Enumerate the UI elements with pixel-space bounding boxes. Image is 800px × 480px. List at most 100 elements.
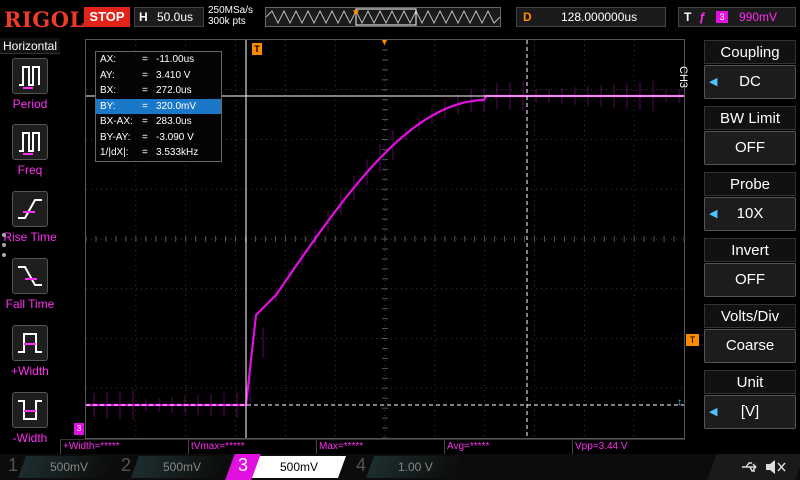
channel2-tab[interactable]: 2 500mV bbox=[113, 454, 230, 480]
coupling-value-text: DC bbox=[739, 73, 761, 90]
bw-limit-title: BW Limit bbox=[704, 106, 796, 130]
measure-menu: Horizontal Period Freq Rise Time Fall Ti… bbox=[0, 38, 60, 454]
acquisition-info: 250MSa/s 300k pts bbox=[208, 5, 253, 27]
fall-time-button[interactable]: Fall Time bbox=[0, 258, 60, 320]
cursor-eq: = bbox=[142, 54, 148, 65]
coupling-menu-item[interactable]: Coupling ◀ DC bbox=[704, 40, 796, 102]
trigger-box[interactable]: T ƒ 3 990mV bbox=[678, 7, 796, 27]
left-arrow-icon: ◀ bbox=[709, 406, 718, 418]
frequency-button[interactable]: Freq bbox=[0, 124, 60, 186]
measurement-item[interactable]: Vpp=3.44 V bbox=[572, 440, 685, 454]
channel3-scale: 500mV bbox=[280, 460, 319, 474]
unit-value[interactable]: ◀ [V] bbox=[704, 395, 796, 429]
brand-logo: RIGOL bbox=[4, 7, 85, 32]
invert-menu-item[interactable]: Invert OFF bbox=[704, 238, 796, 300]
bw-limit-value[interactable]: OFF bbox=[704, 131, 796, 165]
channel4-number: 4 bbox=[356, 455, 367, 475]
measure-category-title[interactable]: Horizontal bbox=[0, 38, 60, 54]
measurement-item[interactable]: tVmax=***** bbox=[188, 440, 316, 454]
trigger-time-marker[interactable]: T bbox=[252, 43, 262, 55]
trigger-position-marker: ▼ bbox=[351, 8, 361, 19]
unit-value-text: [V] bbox=[740, 403, 760, 420]
channel4-scale: 1.00 V bbox=[398, 460, 433, 474]
trigger-source: 3 bbox=[716, 11, 728, 23]
cursor-label: BX-AX: bbox=[100, 116, 133, 127]
bw-limit-value-text: OFF bbox=[735, 139, 765, 156]
run-stop-indicator[interactable]: STOP bbox=[84, 7, 130, 27]
coupling-value[interactable]: ◀ DC bbox=[704, 65, 796, 99]
timebase-value: 50.0us bbox=[157, 10, 194, 24]
period-button[interactable]: Period bbox=[0, 58, 60, 120]
negative-width-button[interactable]: -Width bbox=[0, 392, 60, 454]
measurement-item[interactable]: Avg=***** bbox=[444, 440, 572, 454]
cursor-eq: = bbox=[142, 85, 148, 96]
memory-depth: 300k pts bbox=[208, 16, 246, 27]
channel3-tab[interactable]: 3 500mV bbox=[225, 454, 347, 480]
bw-limit-menu-item[interactable]: BW Limit OFF bbox=[704, 106, 796, 168]
volts-div-value[interactable]: Coarse bbox=[704, 329, 796, 363]
cursor-label: 1/|dX|: bbox=[100, 147, 129, 158]
frequency-label: Freq bbox=[17, 163, 43, 177]
trigger-level: 990mV bbox=[739, 10, 778, 24]
volts-div-menu-item[interactable]: Volts/Div Coarse bbox=[704, 304, 796, 366]
positive-width-icon bbox=[12, 325, 48, 361]
cursor-label: BX: bbox=[100, 85, 117, 96]
trigger-level-marker[interactable]: T bbox=[686, 334, 699, 346]
coupling-title: Coupling bbox=[704, 40, 796, 64]
active-channel-tag: CH3 bbox=[677, 66, 689, 89]
waveform-overview[interactable] bbox=[265, 7, 501, 27]
negative-width-label: -Width bbox=[12, 431, 48, 445]
rise-time-button[interactable]: Rise Time bbox=[0, 191, 60, 253]
probe-title: Probe bbox=[704, 172, 796, 196]
measurement-item[interactable]: +Width=***** bbox=[60, 440, 188, 454]
unit-title: Unit bbox=[704, 370, 796, 394]
cursor-arrow-icon: ↕ bbox=[677, 397, 682, 408]
system-icons bbox=[707, 454, 800, 480]
invert-value[interactable]: OFF bbox=[704, 263, 796, 297]
cursor-label: BY-AY: bbox=[100, 131, 131, 143]
cursor-value: -11.00us bbox=[156, 54, 195, 65]
cursor-eq: = bbox=[142, 100, 148, 112]
cursor-inv-dx-row: 1/|dX|: = 3.533kHz bbox=[96, 145, 221, 161]
delay-value: 128.000000us bbox=[561, 10, 638, 24]
frequency-icon bbox=[12, 124, 48, 160]
cursor-eq: = bbox=[142, 116, 148, 127]
channel1-number: 1 bbox=[8, 455, 19, 475]
rise-time-icon bbox=[12, 191, 48, 227]
cursor-value: 272.0us bbox=[156, 85, 192, 96]
trigger-letter: T bbox=[684, 10, 692, 24]
channel2-number: 2 bbox=[121, 455, 132, 475]
screen-center-marker-icon: ▼ bbox=[380, 37, 389, 47]
probe-value[interactable]: ◀ 10X bbox=[704, 197, 796, 231]
cursor-eq: = bbox=[142, 131, 148, 143]
measurement-item[interactable]: Max=***** bbox=[316, 440, 444, 454]
probe-menu-item[interactable]: Probe ◀ 10X bbox=[704, 172, 796, 234]
channel4-tab[interactable]: 4 1.00 V bbox=[348, 454, 465, 480]
delay-box[interactable]: D 128.000000us bbox=[516, 7, 666, 27]
cursor-label: AY: bbox=[100, 69, 115, 81]
volts-div-value-text: Coarse bbox=[725, 337, 775, 354]
channel-status-bar: 1 500mV 2 500mV 3 500mV 4 1.00 V bbox=[0, 454, 800, 480]
unit-menu-item[interactable]: Unit ◀ [V] bbox=[704, 370, 796, 432]
cursor-value: 3.533kHz bbox=[156, 147, 199, 158]
volts-div-title: Volts/Div bbox=[704, 304, 796, 328]
cursor-label: AX: bbox=[100, 54, 117, 65]
invert-title: Invert bbox=[704, 238, 796, 262]
cursor-by-ay-row: BY-AY: = -3.090 V bbox=[96, 130, 221, 146]
cursor-readout-panel[interactable]: AX: = -11.00us AY: = 3.410 V BX: = 272.0us BY:… bbox=[95, 51, 222, 162]
timebase-box[interactable]: H 50.0us bbox=[134, 7, 204, 27]
channel-menu: Coupling ◀ DC BW Limit OFF Probe ◀ 10X Inv… bbox=[700, 38, 800, 454]
positive-width-button[interactable]: +Width bbox=[0, 325, 60, 387]
cursor-eq: = bbox=[142, 147, 148, 158]
cursor-label: BY: bbox=[100, 100, 116, 112]
channel1-scale: 500mV bbox=[50, 460, 89, 474]
top-status-bar: RIGOL STOP H 50.0us 250MSa/s 300k pts ▼ … bbox=[0, 0, 800, 38]
channel3-ground-marker[interactable]: 3 bbox=[74, 423, 84, 435]
menu-page-dots bbox=[2, 233, 6, 263]
cursor-ax-row: AX: = -11.00us bbox=[96, 52, 221, 68]
fall-time-icon bbox=[12, 258, 48, 294]
delay-letter: D bbox=[523, 10, 532, 24]
channel2-scale: 500mV bbox=[163, 460, 202, 474]
cursor-by-row[interactable]: BY: = 320.0mV bbox=[96, 98, 221, 114]
channel1-tab[interactable]: 1 500mV bbox=[0, 454, 117, 480]
